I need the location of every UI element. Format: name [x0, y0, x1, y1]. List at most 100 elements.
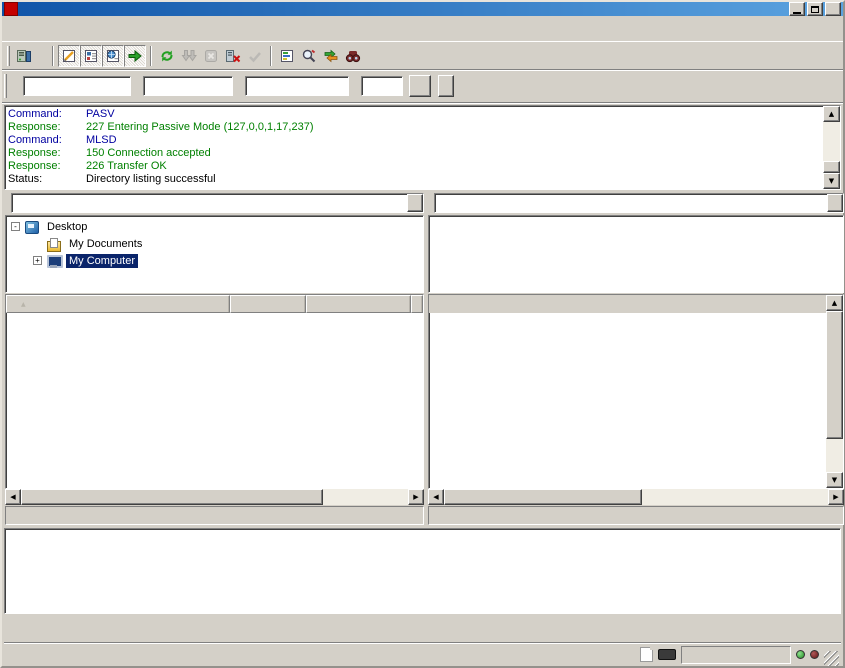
site-manager-dropdown-button[interactable] [35, 45, 48, 67]
title-bar [2, 2, 843, 16]
log-line: Response: 226 Transfer OK [8, 160, 822, 173]
menu-item[interactable] [38, 28, 54, 34]
remote-pane: ▲ ▼ ◀ ▶ [428, 192, 844, 525]
resize-grip[interactable] [824, 651, 839, 666]
local-file-list [5, 294, 424, 489]
column-header[interactable] [6, 295, 230, 313]
app-logo-icon [4, 2, 18, 16]
scroll-track[interactable] [826, 439, 843, 472]
menu-bar [2, 20, 843, 42]
scroll-up-icon[interactable]: ▲ [826, 295, 843, 311]
log-line: Command: PASV [8, 108, 822, 121]
sync-browsing-icon [323, 48, 339, 64]
scroll-thumb[interactable] [21, 489, 323, 505]
minimize-button[interactable] [789, 2, 805, 16]
log-line: Status: Directory listing successful [8, 173, 822, 186]
host-input[interactable] [23, 76, 131, 96]
menu-item[interactable] [70, 28, 86, 34]
tree-item[interactable]: + My Computer [6, 252, 423, 269]
log-vertical-scrollbar[interactable]: ▲ ▼ [823, 106, 840, 189]
refresh-button[interactable] [156, 45, 178, 67]
tree-expander[interactable]: + [33, 256, 42, 265]
port-input[interactable] [361, 76, 403, 96]
cancel-icon [203, 48, 219, 64]
disconnect-icon [225, 48, 241, 64]
comparison-icon [301, 48, 317, 64]
transfer-queue [4, 528, 841, 614]
directory-filter-button[interactable] [276, 45, 298, 67]
tree-item[interactable]: - Desktop [6, 218, 423, 235]
synchronized-browsing-button[interactable] [320, 45, 342, 67]
quickconnect-bar [2, 70, 843, 103]
scroll-track[interactable] [823, 122, 840, 161]
scroll-right-icon[interactable]: ▶ [828, 489, 844, 505]
remote-site-combobox[interactable] [434, 193, 844, 213]
scroll-up-icon[interactable]: ▲ [823, 106, 840, 122]
menu-item[interactable] [86, 28, 102, 34]
menu-item[interactable] [102, 28, 118, 34]
maximize-icon [811, 6, 819, 13]
menu-item[interactable] [22, 28, 38, 34]
remote-tree [428, 215, 844, 293]
status-bar [4, 642, 841, 666]
message-log: Command: PASV Response: 227 Entering Pas… [4, 105, 841, 190]
close-button[interactable] [825, 2, 841, 16]
reconnect-button[interactable] [244, 45, 266, 67]
remote-tree-icon [105, 48, 121, 64]
scroll-track[interactable] [642, 489, 828, 505]
tree-expander[interactable]: - [11, 222, 20, 231]
directory-comparison-button[interactable] [298, 45, 320, 67]
quickconnect-dropdown-button[interactable] [438, 75, 454, 97]
local-site-value[interactable] [12, 194, 407, 212]
message-log-icon [61, 48, 77, 64]
column-header[interactable] [230, 295, 306, 313]
log-line: Response: 227 Entering Passive Mode (127… [8, 121, 822, 134]
password-input[interactable] [245, 76, 349, 96]
scroll-left-icon[interactable]: ◀ [5, 489, 21, 505]
username-input[interactable] [143, 76, 233, 96]
message-log-lines: Command: PASV Response: 227 Entering Pas… [6, 107, 822, 188]
process-queue-icon [181, 48, 197, 64]
cancel-operation-button[interactable] [200, 45, 222, 67]
log-line: Response: 150 Connection accepted [8, 147, 822, 160]
scroll-thumb[interactable] [826, 311, 843, 439]
toggle-remote-tree-button[interactable] [102, 45, 124, 67]
chevron-down-icon[interactable] [827, 194, 843, 212]
local-horizontal-scrollbar[interactable]: ◀ ▶ [5, 489, 424, 505]
tree-item-icon [46, 237, 62, 251]
scroll-thumb[interactable] [823, 161, 840, 173]
toggle-message-log-button[interactable] [58, 45, 80, 67]
tree-item[interactable]: My Documents [6, 235, 423, 252]
chevron-down-icon[interactable] [407, 194, 423, 212]
process-queue-button[interactable] [178, 45, 200, 67]
column-header[interactable] [306, 295, 411, 313]
remote-site-value[interactable] [435, 194, 827, 212]
local-list-header [6, 295, 423, 313]
scroll-down-icon[interactable]: ▼ [823, 173, 840, 189]
maximize-button[interactable] [807, 2, 823, 16]
queue-status-text [681, 646, 791, 664]
queue-header [5, 529, 840, 547]
scroll-down-icon[interactable]: ▼ [826, 472, 843, 488]
remote-vertical-scrollbar[interactable]: ▲ ▼ [826, 295, 843, 488]
local-tree: - Desktop My Documents + My Computer [5, 215, 424, 293]
minimize-icon [793, 12, 801, 14]
toggle-transfer-queue-button[interactable] [124, 45, 146, 67]
remote-horizontal-scrollbar[interactable]: ◀ ▶ [428, 489, 844, 505]
speed-limit-badge-icon [658, 649, 676, 660]
scroll-left-icon[interactable]: ◀ [428, 489, 444, 505]
scroll-right-icon[interactable]: ▶ [408, 489, 424, 505]
local-site-combobox[interactable] [11, 193, 424, 213]
binoculars-icon [345, 48, 361, 64]
find-files-button[interactable] [342, 45, 364, 67]
site-manager-icon [16, 48, 32, 64]
column-header[interactable] [411, 295, 423, 313]
quickconnect-button[interactable] [409, 75, 431, 97]
disconnect-button[interactable] [222, 45, 244, 67]
menu-item[interactable] [54, 28, 70, 34]
scroll-track[interactable] [323, 489, 408, 505]
toggle-local-tree-button[interactable] [80, 45, 102, 67]
site-manager-button[interactable] [13, 45, 35, 67]
scroll-thumb[interactable] [444, 489, 642, 505]
menu-item[interactable] [6, 28, 22, 34]
